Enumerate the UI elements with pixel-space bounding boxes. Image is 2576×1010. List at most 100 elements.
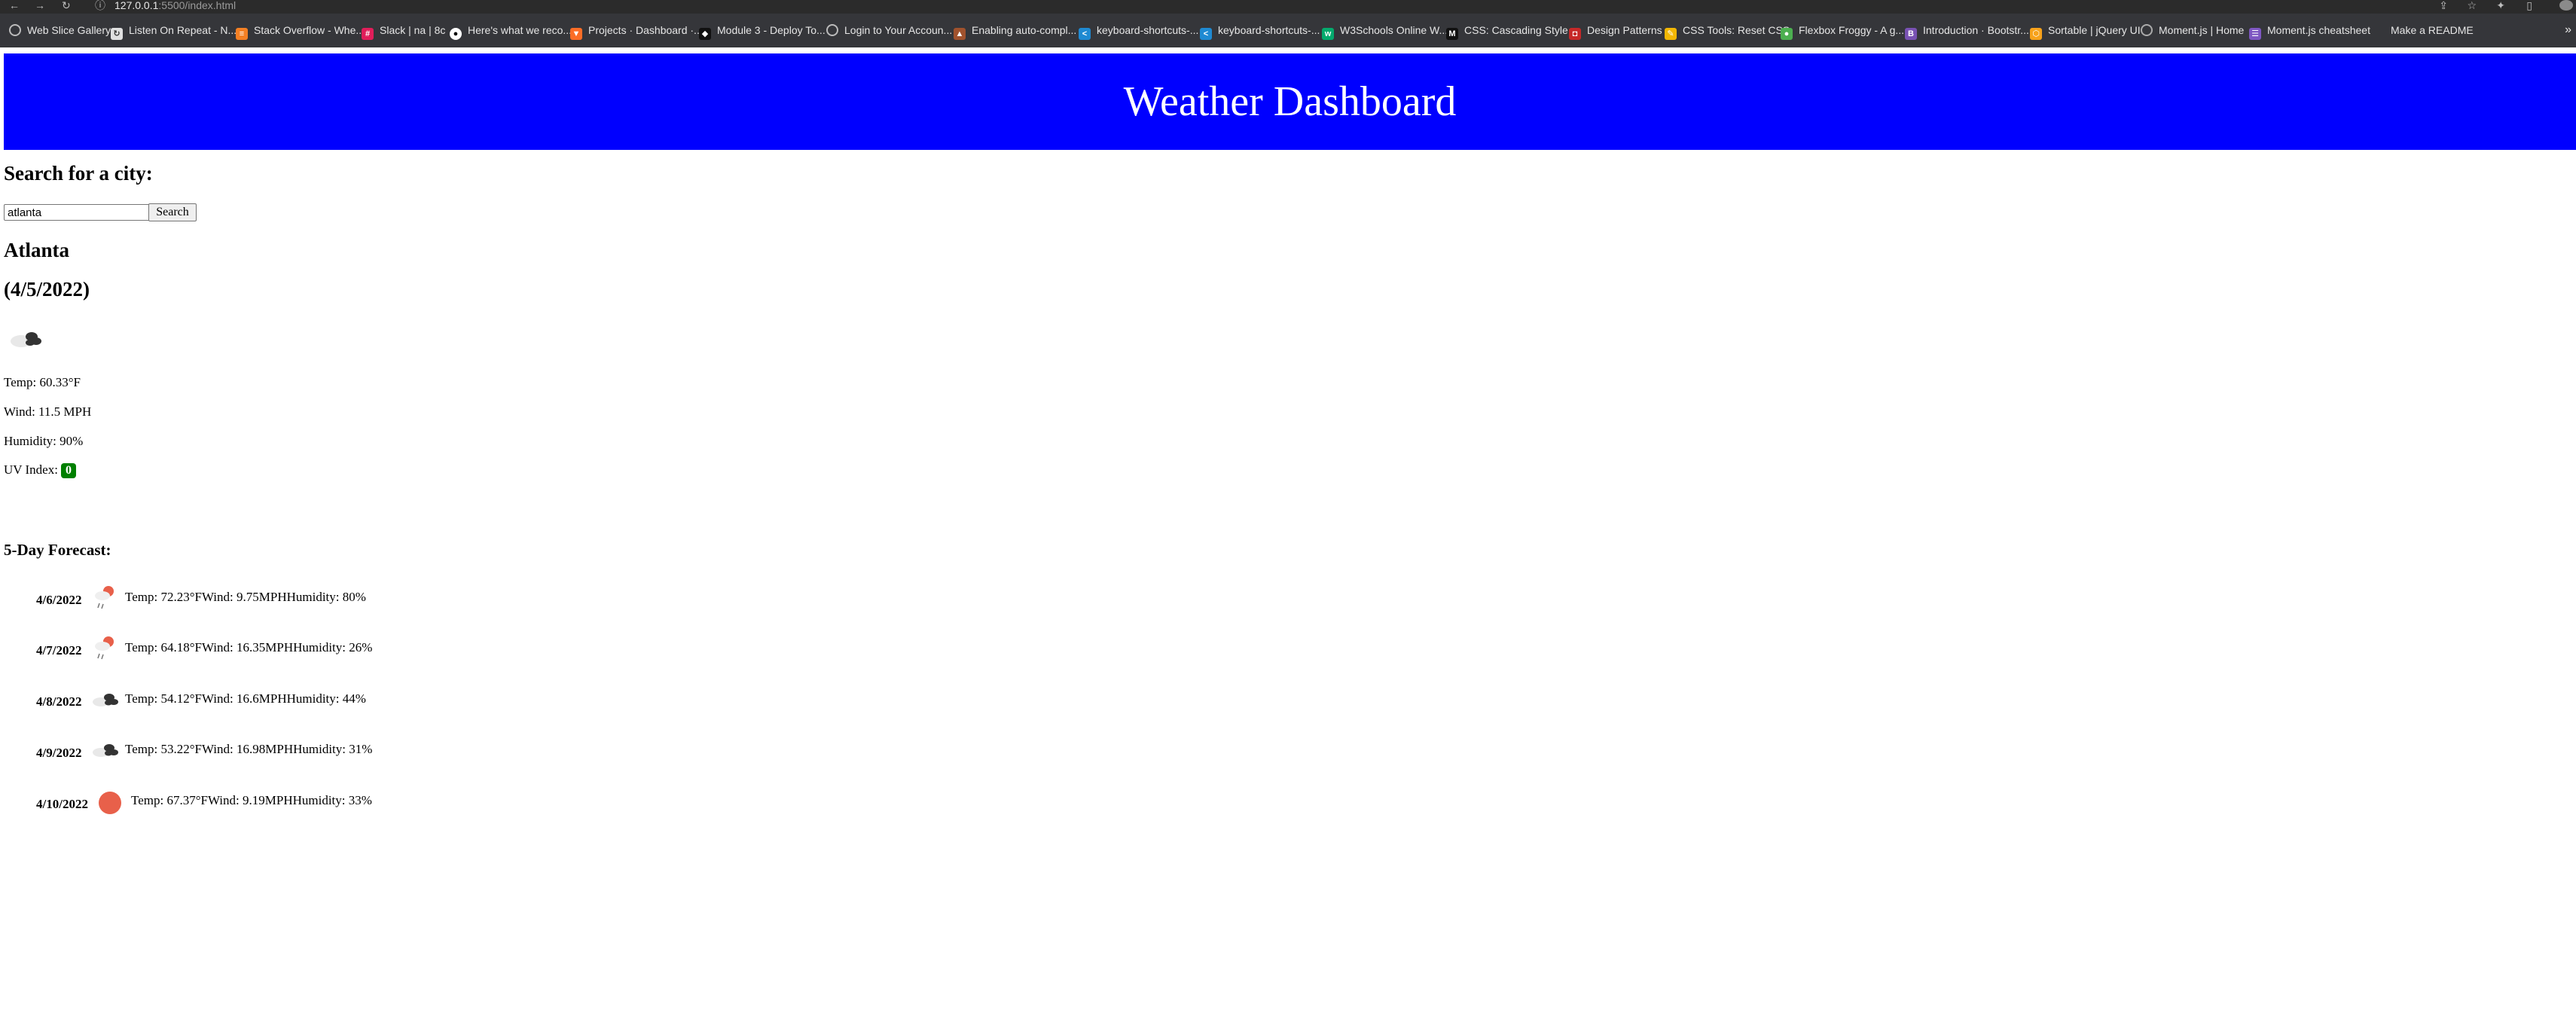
current-wind: Wind: 11.5 MPH bbox=[4, 404, 92, 419]
bookmark-item[interactable]: ◆ Module 3 - Deploy To... bbox=[699, 21, 826, 40]
bookmark-label: CSS Tools: Reset CSS bbox=[1683, 24, 1790, 36]
bookmark-item[interactable]: Web Slice Gallery bbox=[9, 21, 111, 39]
bookmark-item[interactable]: B Introduction · Bootstr... bbox=[1905, 21, 2029, 40]
forecast-date: 4/10/2022 bbox=[36, 797, 88, 811]
globe-icon bbox=[9, 24, 21, 36]
clear-sun-icon bbox=[99, 792, 121, 814]
bookmark-item[interactable]: ◘ Design Patterns bbox=[1569, 21, 1662, 40]
page-title: Weather Dashboard bbox=[1123, 78, 1457, 125]
bookmark-item[interactable]: ● Here's what we reco... bbox=[450, 21, 572, 40]
canvas-icon: ◆ bbox=[699, 28, 711, 40]
bookmark-item[interactable]: # Slack | na | 8c bbox=[362, 21, 446, 40]
extension-icon[interactable]: ✦ bbox=[2496, 0, 2505, 11]
bookmark-item[interactable]: ≡ Stack Overflow - Whe... bbox=[236, 21, 365, 40]
reload-icon[interactable]: ↻ bbox=[62, 0, 71, 14]
bookmark-label: Moment.js cheatsheet bbox=[2267, 24, 2370, 36]
bookmark-label: Moment.js | Home bbox=[2159, 24, 2245, 36]
globe-icon bbox=[826, 24, 838, 36]
repeat-icon: ↻ bbox=[111, 28, 123, 40]
css-tools-icon: ✎ bbox=[1665, 28, 1677, 40]
bookmark-item[interactable]: Moment.js | Home bbox=[2141, 21, 2244, 39]
search-button[interactable]: Search bbox=[148, 203, 197, 221]
url-host: 127.0.0.1 bbox=[114, 0, 159, 11]
url-path: :5500/index.html bbox=[158, 0, 237, 11]
current-uv: UV Index: 0 bbox=[4, 462, 76, 478]
current-city-name: Atlanta bbox=[4, 239, 69, 261]
devhints-icon: ☰ bbox=[2249, 28, 2261, 40]
bootstrap-icon: B bbox=[1905, 28, 1917, 40]
bookmark-item[interactable]: < keyboard-shortcuts-... bbox=[1200, 21, 1320, 40]
design-patterns-icon: ◘ bbox=[1569, 28, 1581, 40]
github-icon: ● bbox=[450, 28, 462, 40]
bookmark-label: Slack | na | 8c bbox=[380, 24, 446, 36]
search-heading: Search for a city: bbox=[4, 162, 153, 185]
forecast-day: 4/10/2022 Temp: 67.37°FWind: 9.19MPHHumi… bbox=[0, 751, 603, 814]
broken-clouds-icon bbox=[11, 332, 41, 347]
bookmark-item[interactable]: ▼ Projects · Dashboard ·... bbox=[570, 21, 703, 40]
address-bar[interactable]: 127.0.0.1:5500/index.html bbox=[114, 0, 236, 11]
bookmark-item[interactable]: ⬡ Sortable | jQuery UI bbox=[2030, 21, 2141, 40]
forecast-day: 4/7/2022 Temp: 64.18°FWind: 16.35MPHHumi… bbox=[0, 598, 603, 660]
bookmark-label: Login to Your Accoun... bbox=[844, 24, 953, 36]
stack-overflow-icon: ≡ bbox=[236, 28, 248, 40]
jquery-icon: ⬡ bbox=[2030, 28, 2042, 40]
bookmark-label: keyboard-shortcuts-... bbox=[1097, 24, 1199, 36]
bookmark-label: Web Slice Gallery bbox=[27, 24, 111, 36]
gitlab-icon: ▼ bbox=[570, 28, 582, 40]
forward-icon[interactable]: → bbox=[35, 0, 45, 14]
bookmark-item[interactable]: ☰ Moment.js cheatsheet bbox=[2249, 21, 2370, 40]
bookmark-label: Listen On Repeat - N... bbox=[129, 24, 237, 36]
vscode-icon: < bbox=[1200, 28, 1212, 40]
sidebar-icon[interactable]: ▯ bbox=[2526, 0, 2532, 11]
bookmarks-bar: Web Slice Gallery ↻ Listen On Repeat - N.… bbox=[0, 14, 2576, 47]
back-icon[interactable]: ← bbox=[9, 0, 20, 14]
bookmark-label: Projects · Dashboard ·... bbox=[588, 24, 703, 36]
bookmark-label: Introduction · Bootstr... bbox=[1923, 24, 2029, 36]
forecast-day: 4/9/2022 Temp: 53.22°FWind: 16.98MPHHumi… bbox=[0, 700, 603, 760]
bookmark-item[interactable]: ● Flexbox Froggy - A g... bbox=[1781, 21, 1905, 40]
more-bookmarks-icon[interactable]: » bbox=[2565, 21, 2571, 39]
forecast-day: 4/6/2022 Temp: 72.23°FWind: 9.75MPHHumid… bbox=[0, 548, 603, 609]
bookmark-label: Enabling auto-compl... bbox=[972, 24, 1077, 36]
current-humidity: Humidity: 90% bbox=[4, 434, 84, 448]
bookmark-label: CSS: Cascading Style... bbox=[1464, 24, 1577, 36]
info-icon[interactable]: ⓘ bbox=[95, 0, 105, 14]
bookmark-label: Sortable | jQuery UI bbox=[2048, 24, 2141, 36]
slack-icon: # bbox=[362, 28, 374, 40]
bookmark-item[interactable]: M CSS: Cascading Style... bbox=[1446, 21, 1577, 40]
mdn-icon: M bbox=[1446, 28, 1458, 40]
froggy-icon: ● bbox=[1781, 28, 1793, 40]
bookmark-item[interactable]: w W3Schools Online W... bbox=[1322, 21, 1448, 40]
forecast-details: Temp: 67.37°FWind: 9.19MPHHumidity: 33% bbox=[131, 793, 372, 807]
bookmark-label: keyboard-shortcuts-... bbox=[1218, 24, 1320, 36]
w3schools-icon: w bbox=[1322, 28, 1334, 40]
bookmark-item[interactable]: ✎ CSS Tools: Reset CSS bbox=[1665, 21, 1790, 40]
uv-label: UV Index: bbox=[4, 462, 58, 477]
vscode-icon: < bbox=[1079, 28, 1091, 40]
bookmark-label: Design Patterns bbox=[1587, 24, 1662, 36]
bookmark-label: Flexbox Froggy - A g... bbox=[1799, 24, 1905, 36]
current-date: (4/5/2022) bbox=[4, 278, 90, 301]
bookmark-label: Here's what we reco... bbox=[468, 24, 572, 36]
star-icon[interactable]: ☆ bbox=[2467, 0, 2477, 11]
bookmark-label: Module 3 - Deploy To... bbox=[717, 24, 826, 36]
avatar bbox=[2559, 0, 2573, 11]
bookmark-item[interactable]: ↻ Listen On Repeat - N... bbox=[111, 21, 237, 40]
bookmark-item[interactable]: ▲ Enabling auto-compl... bbox=[954, 21, 1077, 40]
page-content: Weather Dashboard Search for a city: Sea… bbox=[0, 47, 2576, 1010]
browser-toolbar: ← → ↻ ⓘ 127.0.0.1:5500/index.html ⇪ ☆ ✦ … bbox=[0, 0, 2576, 14]
bookmark-item[interactable]: < keyboard-shortcuts-... bbox=[1079, 21, 1199, 40]
bookmark-label: W3Schools Online W... bbox=[1340, 24, 1448, 36]
bookmark-label: Stack Overflow - Whe... bbox=[254, 24, 365, 36]
bookmark-icon: ▲ bbox=[954, 28, 966, 40]
bookmark-item[interactable]: Make a README bbox=[2391, 21, 2474, 39]
page-header: Weather Dashboard bbox=[4, 53, 2576, 150]
forecast-day: 4/8/2022 Temp: 54.12°FWind: 16.6MPHHumid… bbox=[0, 649, 603, 709]
current-temp: Temp: 60.33°F bbox=[4, 375, 81, 389]
bookmark-label: Make a README bbox=[2391, 24, 2474, 36]
share-icon[interactable]: ⇪ bbox=[2439, 0, 2448, 11]
bookmark-item[interactable]: Login to Your Accoun... bbox=[826, 21, 952, 39]
uv-index-badge: 0 bbox=[60, 463, 76, 478]
moment-icon bbox=[2141, 24, 2153, 36]
city-search-input[interactable] bbox=[4, 204, 151, 221]
